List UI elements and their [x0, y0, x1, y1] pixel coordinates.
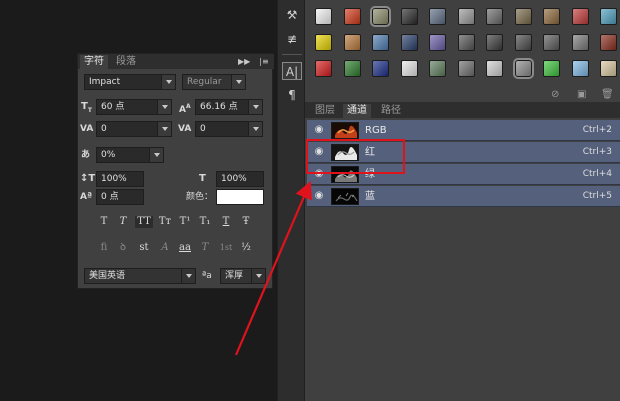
annotation-arrow [234, 180, 312, 356]
